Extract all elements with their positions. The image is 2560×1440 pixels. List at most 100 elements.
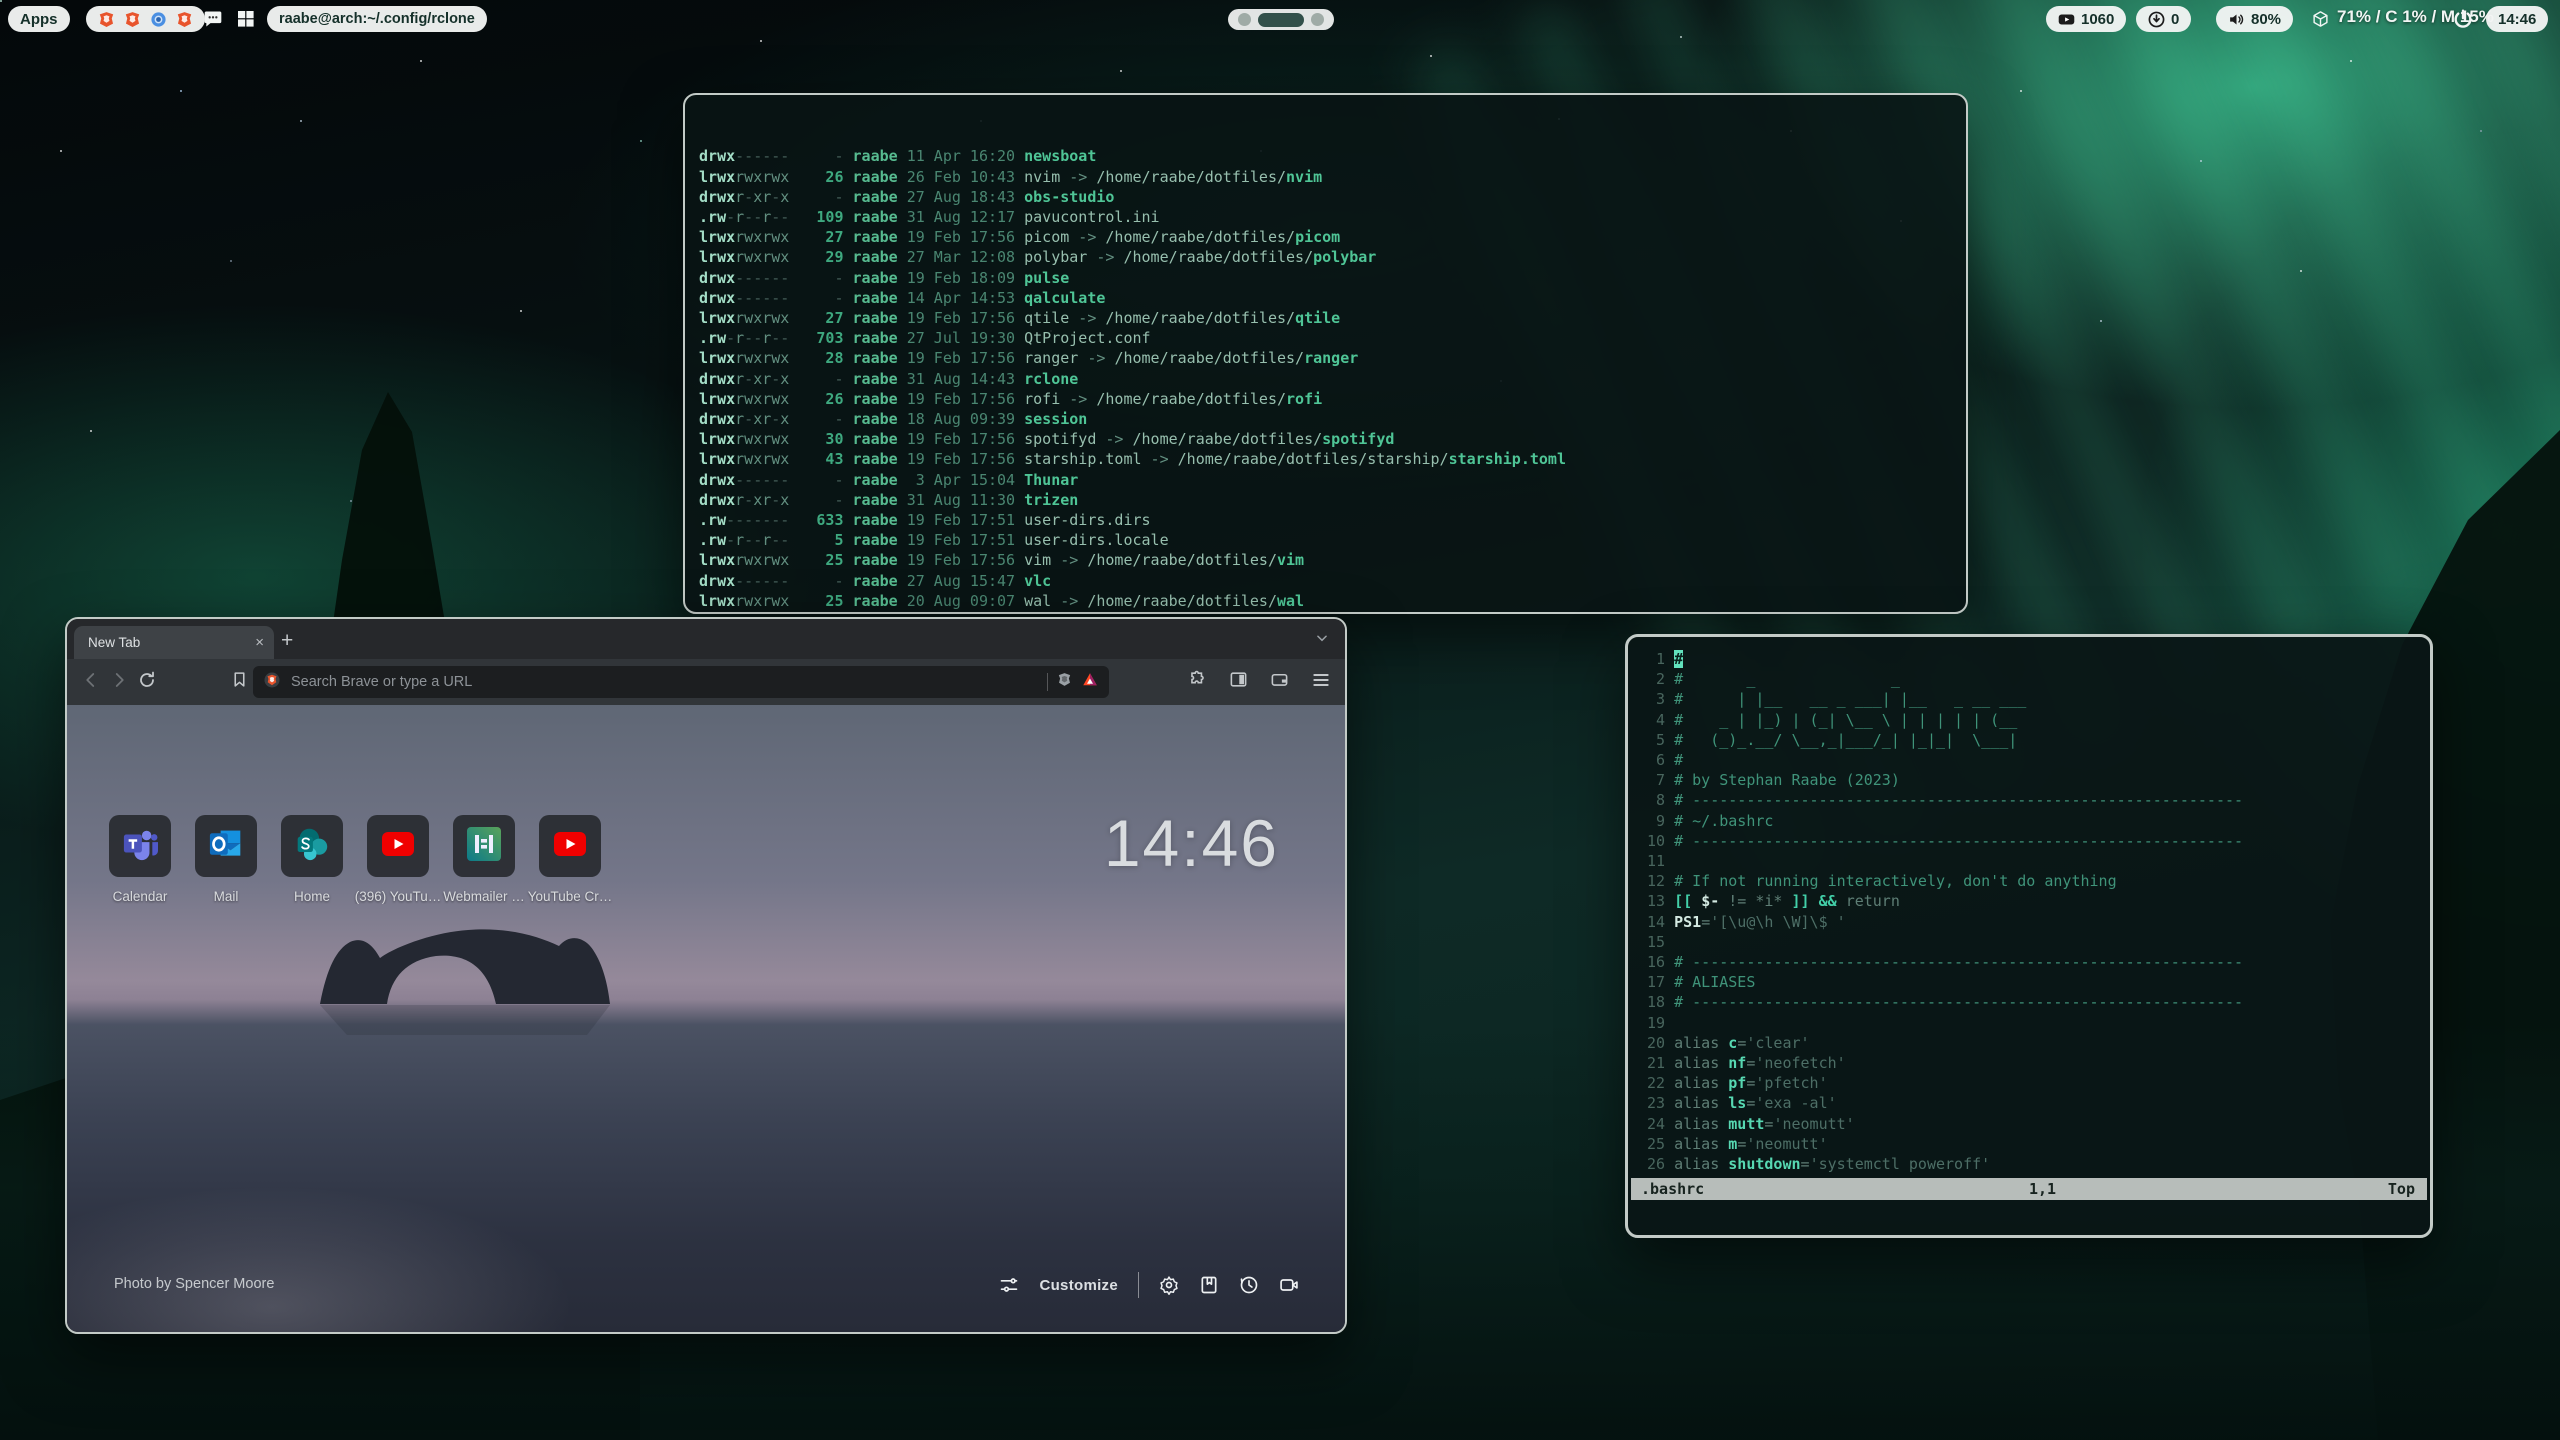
vim-line: 12# If not running interactively, don't … [1638,871,2243,891]
brave-icon[interactable] [176,11,193,28]
vim-line: 14PS1='[\u@\h \W]\$ ' [1638,912,2243,932]
back-icon[interactable] [77,671,105,694]
new-tab-page: CalendarMailHome(396) YouTu…Webmailer …Y… [67,705,1345,1332]
brave-icon[interactable] [124,11,141,28]
volume-pill[interactable]: 80% [2216,6,2293,32]
youtube-icon [381,831,415,862]
ionos-webmail-icon [467,827,501,866]
new-tab-button[interactable]: + [281,629,293,653]
vim-line: 24alias mutt='neomutt' [1638,1114,2243,1134]
shortcut-tile[interactable] [281,815,343,877]
wallet-icon[interactable] [1270,670,1289,694]
vim-line: 21alias nf='neofetch' [1638,1053,2243,1073]
brave-rewards-bat-icon[interactable] [1081,671,1099,694]
vim-line: 18# ------------------------------------… [1638,992,2243,1012]
apps-button[interactable]: Apps [8,6,70,32]
reload-icon[interactable] [133,671,161,694]
customize-sliders-icon[interactable] [999,1275,1019,1295]
tray-icons-group [86,6,205,32]
url-bar[interactable] [253,666,1109,698]
workspace-3[interactable] [1311,13,1324,26]
top-bar: Apps raabe@arch:~/.config/rclone 1060 0 [0,0,2560,38]
shortcut-tile[interactable] [453,815,515,877]
sidebar-panel-icon[interactable] [1229,670,1248,694]
ntp-bottom-bar: Customize [999,1272,1299,1298]
workspace-2-active[interactable] [1258,13,1304,27]
terminal-row: drwx------ - raabe 19 Feb 18:09 pulse [699,268,1952,288]
vim-line: 20alias c='clear' [1638,1033,2243,1053]
terminal-row: drwxr-xr-x - raabe 31 Aug 14:43 rclone [699,369,1952,389]
youtube-icon [2058,11,2075,28]
vim-buffer[interactable]: 1#2# _ _3# | |__ __ _ ___| |__ _ __ ___4… [1638,649,2243,1174]
terminal-row: lrwxrwxrwx 27 raabe 19 Feb 17:56 qtile -… [699,308,1952,328]
ntp-clock: 14:46 [1104,805,1279,881]
terminal-row: lrwxrwxrwx 26 raabe 26 Feb 10:43 nvim ->… [699,167,1952,187]
vim-window[interactable]: 1#2# _ _3# | |__ __ _ ___| |__ _ __ ___4… [1625,634,2433,1238]
terminal-row: drwx------ - raabe 11 Apr 16:20 newsboat [699,146,1952,166]
history-clock-icon[interactable] [1239,1275,1259,1295]
brave-icon[interactable] [98,11,115,28]
vim-line: 1# [1638,649,2243,669]
brave-shield-badge-icon [263,671,281,694]
terminal-row: drwx------ - raabe 3 Apr 15:04 Thunar [699,470,1952,490]
terminal-row: drwxr-xr-x - raabe 31 Aug 11:30 trizen [699,490,1952,510]
brave-shields-icon[interactable] [1056,671,1073,693]
shortcut-tile[interactable] [539,815,601,877]
shortcut-tile[interactable] [195,815,257,877]
terminal-window[interactable]: drwx------ - raabe 11 Apr 16:20 newsboat… [683,93,1968,614]
chat-bubble-icon[interactable] [203,9,223,34]
photo-credit: Photo by Spencer Moore [114,1276,274,1292]
shortcut-label: Webmailer … [438,889,530,904]
power-icon[interactable] [2452,8,2474,35]
tab-search-chevron-icon[interactable] [1315,631,1329,648]
terminal-row: lrwxrwxrwx 28 raabe 18 Aug 11:46 waybar … [699,611,1952,614]
url-input[interactable] [289,673,1039,691]
vim-line: 6# [1638,750,2243,770]
vim-line: 17# ALIASES [1638,972,2243,992]
tab-new-tab[interactable]: New Tab × [74,626,274,659]
terminal-row: lrwxrwxrwx 25 raabe 20 Aug 09:07 wal -> … [699,591,1952,611]
workspace-switcher[interactable] [1228,9,1334,30]
volume-level: 80% [2251,11,2281,28]
customize-button[interactable]: Customize [1039,1277,1118,1294]
windows-logo-icon[interactable] [238,11,254,32]
browser-window[interactable]: New Tab × + [65,617,1347,1334]
bookmarks-book-icon[interactable] [1199,1275,1219,1295]
vim-line: 15 [1638,932,2243,952]
shortcut-tile[interactable] [109,815,171,877]
terminal-row: lrwxrwxrwx 29 raabe 27 Mar 12:08 polybar… [699,247,1952,267]
youtube-counter-pill[interactable]: 1060 [2046,6,2126,32]
tab-close-icon[interactable]: × [255,634,264,651]
download-counter-pill[interactable]: 0 [2136,6,2191,32]
outlook-icon [208,827,244,866]
shortcut-label: Mail [180,889,272,904]
speaker-icon [2228,11,2245,28]
bookmark-icon[interactable] [225,671,253,693]
terminal-row: .rw------- 633 raabe 19 Feb 17:51 user-d… [699,510,1952,530]
terminal-row: .rw-r--r-- 703 raabe 27 Jul 19:30 QtProj… [699,328,1952,348]
window-title-path[interactable]: raabe@arch:~/.config/rclone [267,6,487,32]
vim-line: 25alias m='neomutt' [1638,1134,2243,1154]
terminal-output: drwx------ - raabe 11 Apr 16:20 newsboat… [699,146,1952,614]
vim-line: 19 [1638,1013,2243,1033]
youtube-icon [553,831,587,862]
forward-icon[interactable] [105,671,133,694]
shortcut-label: (396) YouTu… [352,889,444,904]
workspace-1[interactable] [1238,13,1251,26]
vim-line: 5# (_)_.__/ \__,_|___/_| |_|_| \___| [1638,730,2243,750]
extensions-puzzle-icon[interactable] [1188,670,1207,694]
vim-line: 10# ------------------------------------… [1638,831,2243,851]
terminal-row: drwx------ - raabe 14 Apr 14:53 qalculat… [699,288,1952,308]
terminal-row: lrwxrwxrwx 27 raabe 19 Feb 17:56 picom -… [699,227,1952,247]
vim-line: 2# _ _ [1638,669,2243,689]
settings-gear-icon[interactable] [1159,1275,1179,1295]
vim-line: 7# by Stephan Raabe (2023) [1638,770,2243,790]
vim-line: 23alias ls='exa -al' [1638,1093,2243,1113]
menu-hamburger-icon[interactable] [1311,670,1331,695]
vim-line: 3# | |__ __ _ ___| |__ _ __ ___ [1638,689,2243,709]
vim-statusline: .bashrc 1,1 Top [1631,1178,2427,1200]
video-camera-icon[interactable] [1279,1275,1299,1295]
chromium-icon[interactable] [150,11,167,28]
shortcut-tile[interactable] [367,815,429,877]
vim-line: 26alias shutdown='systemctl poweroff' [1638,1154,2243,1174]
